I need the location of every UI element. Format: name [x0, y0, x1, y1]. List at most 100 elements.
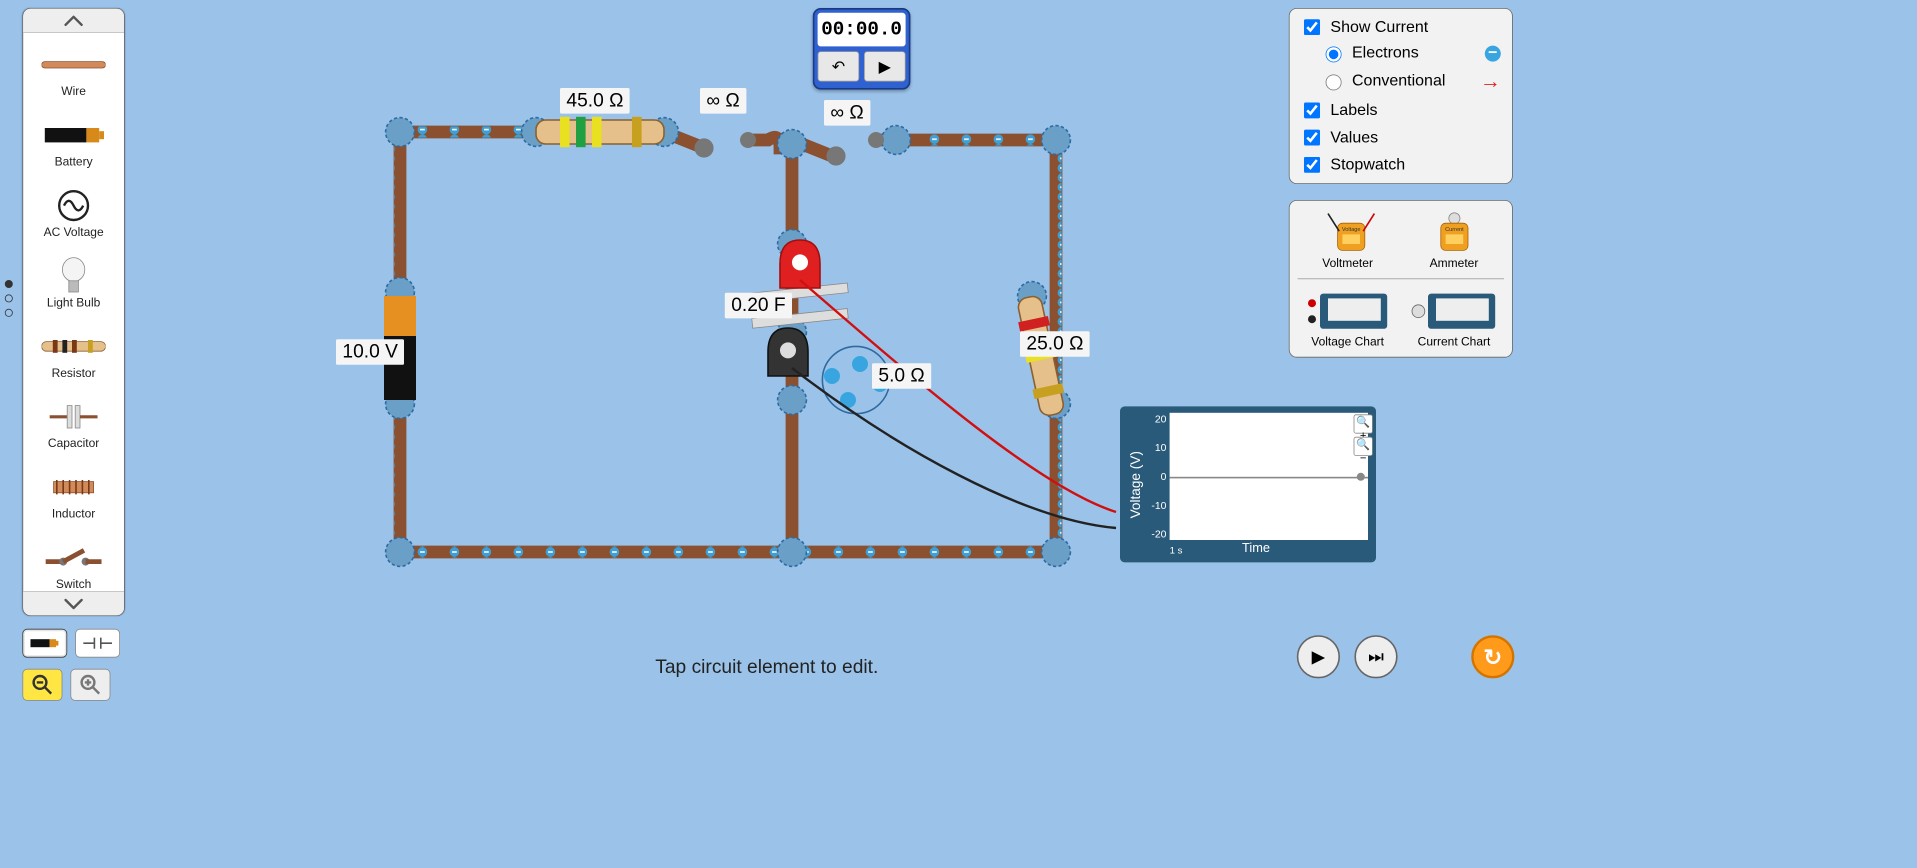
stopwatch-panel[interactable]: 00:00.0 ↶ ▶	[813, 8, 911, 90]
view-lifelike-button[interactable]	[22, 629, 67, 658]
probe-wire-black	[792, 368, 1116, 528]
voltage-chart-panel[interactable]: Voltage (V) 20 10 0 -10 -20 Time 1 s 🔍+ …	[1120, 406, 1376, 562]
chart-ylabel: Voltage (V)	[1128, 413, 1144, 556]
palette-scroll-up[interactable]	[23, 9, 124, 33]
sim-play-button[interactable]: ▶	[1297, 635, 1340, 678]
voltage-probe-black[interactable]	[768, 328, 808, 376]
meter-label: Voltmeter	[1298, 257, 1398, 271]
option-stopwatch[interactable]: Stopwatch	[1301, 154, 1501, 175]
page-dot-active[interactable]	[5, 280, 13, 288]
tick: -10	[1144, 499, 1166, 511]
voltmeter-icon: Voltage	[1298, 209, 1398, 257]
checkbox-values[interactable]	[1304, 130, 1320, 146]
reset-button[interactable]: ↻	[1471, 635, 1514, 678]
electron-icon: −	[1485, 45, 1501, 61]
option-show-current[interactable]: Show Current	[1301, 17, 1501, 38]
page-dot[interactable]	[5, 294, 13, 302]
comp-label: Battery	[55, 155, 93, 169]
ammeter-icon: Current	[1404, 209, 1504, 257]
stopwatch-readout: 00:00.0	[818, 13, 906, 47]
schematic-capacitor-icon	[83, 636, 112, 650]
voltage-chart-icon	[1298, 287, 1398, 335]
palette-item-battery[interactable]: Battery	[23, 103, 124, 173]
stopwatch-play-button[interactable]: ▶	[864, 51, 906, 81]
stopwatch-reset-button[interactable]: ↶	[818, 51, 860, 81]
page-dot[interactable]	[5, 309, 13, 317]
ac-voltage-icon	[56, 186, 91, 226]
palette-item-resistor[interactable]: Resistor	[23, 314, 124, 384]
chevron-down-icon	[64, 598, 83, 609]
chart-xunit: 1 s	[1170, 545, 1183, 556]
tick: 10	[1144, 442, 1166, 454]
comp-label: Inductor	[52, 507, 95, 521]
radio-electrons[interactable]	[1326, 46, 1342, 62]
checkbox-labels[interactable]	[1304, 102, 1320, 118]
meter-current-chart[interactable]: Current Chart	[1404, 287, 1504, 349]
option-label: Stopwatch	[1330, 156, 1405, 174]
electron-flow	[400, 132, 1056, 552]
option-labels[interactable]: Labels	[1301, 100, 1501, 121]
battery-icon	[30, 638, 59, 649]
meter-voltage-chart[interactable]: Voltage Chart	[1298, 287, 1398, 349]
option-label: Electrons	[1352, 44, 1419, 62]
circuit-wires[interactable]	[400, 132, 1056, 552]
palette-item-wire[interactable]: Wire	[23, 33, 124, 103]
svg-text:Current: Current	[1445, 227, 1464, 233]
play-icon: ▶	[879, 56, 891, 76]
switch-icon	[46, 538, 102, 578]
component-switch-2[interactable]	[826, 132, 884, 166]
checkbox-stopwatch[interactable]	[1304, 157, 1320, 173]
resistor-internal-value-label: 5.0 Ω	[872, 363, 931, 389]
comp-label: Resistor	[52, 366, 96, 380]
resistor1-value-label: 45.0 Ω	[560, 88, 630, 114]
sim-step-button[interactable]: ⏭	[1354, 635, 1397, 678]
comp-label: Capacitor	[48, 437, 99, 451]
display-options-panel: Show Current Electrons − Conventional → …	[1289, 8, 1513, 184]
palette-item-ac-voltage[interactable]: AC Voltage	[23, 174, 124, 244]
reset-icon: ↻	[1483, 644, 1502, 670]
option-label: Show Current	[1330, 18, 1428, 36]
palette-items: Wire Battery AC Voltage Light Bulb	[23, 33, 124, 591]
chart-zoom-in-button[interactable]: 🔍+	[1354, 414, 1373, 433]
comp-label: Switch	[56, 578, 91, 592]
option-label: Values	[1330, 128, 1378, 146]
tick: 0	[1144, 470, 1166, 482]
palette-item-inductor[interactable]: Inductor	[23, 455, 124, 525]
component-resistor-45[interactable]	[536, 117, 664, 147]
undo-icon: ↶	[832, 56, 845, 76]
meter-label: Current Chart	[1404, 335, 1504, 349]
chevron-up-icon	[64, 15, 83, 26]
option-values[interactable]: Values	[1301, 127, 1501, 148]
tick: -20	[1144, 528, 1166, 540]
meter-label: Voltage Chart	[1298, 335, 1398, 349]
play-icon: ▶	[1312, 646, 1326, 667]
comp-label: Wire	[61, 85, 86, 99]
meter-ammeter[interactable]: Current Ammeter	[1404, 209, 1504, 271]
arrow-right-icon: →	[1480, 69, 1501, 94]
resistor-icon	[42, 326, 106, 366]
capacitor-icon	[50, 397, 98, 437]
option-conventional[interactable]: Conventional →	[1322, 69, 1501, 94]
meter-voltmeter[interactable]: Voltage Voltmeter	[1298, 209, 1398, 271]
option-electrons[interactable]: Electrons −	[1322, 44, 1501, 62]
chart-zoom-out-button[interactable]: 🔍−	[1354, 437, 1373, 456]
component-switch-1[interactable]	[694, 132, 756, 158]
capacitor-value-label: 0.20 F	[725, 293, 792, 319]
radio-conventional[interactable]	[1326, 74, 1342, 90]
junctions[interactable]	[386, 118, 1071, 567]
chart-plot-area	[1170, 413, 1368, 540]
comp-label: AC Voltage	[44, 226, 104, 240]
step-forward-icon: ⏭	[1368, 646, 1384, 667]
meter-label: Ammeter	[1404, 257, 1504, 271]
palette-item-light-bulb[interactable]: Light Bulb	[23, 244, 124, 314]
palette-item-switch[interactable]: Switch	[23, 526, 124, 592]
battery-icon	[42, 115, 106, 155]
option-label: Conventional	[1352, 72, 1445, 90]
svg-text:Voltage: Voltage	[1341, 227, 1360, 233]
palette-item-capacitor[interactable]: Capacitor	[23, 385, 124, 455]
checkbox-show-current[interactable]	[1304, 19, 1320, 35]
palette-scroll-down[interactable]	[23, 591, 124, 615]
meters-panel: Voltage Voltmeter Current Ammeter Voltag…	[1289, 200, 1513, 358]
view-schematic-button[interactable]	[75, 629, 120, 658]
palette-page-dots	[5, 280, 13, 317]
